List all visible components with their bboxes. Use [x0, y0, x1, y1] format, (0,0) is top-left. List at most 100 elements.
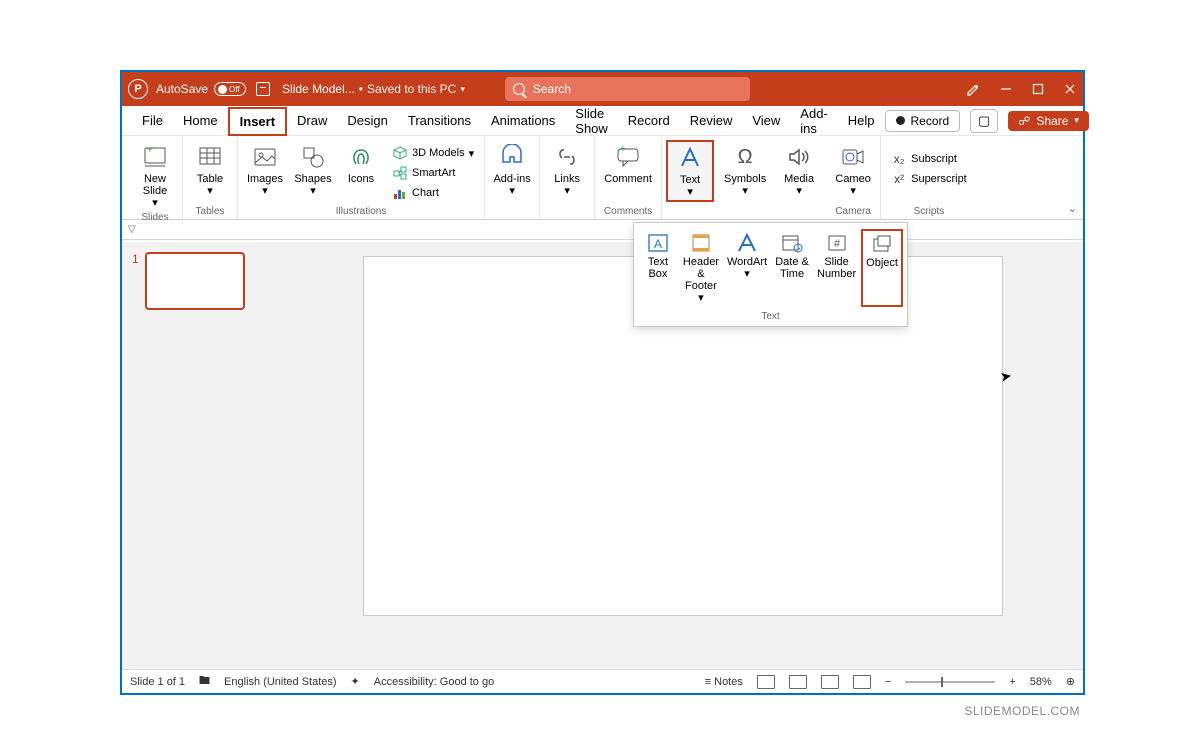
subscript-button[interactable]: x₂ Subscript	[889, 150, 969, 168]
autosave-toggle[interactable]: AutoSave Off	[156, 82, 246, 96]
tab-animations[interactable]: Animations	[481, 106, 565, 135]
symbols-button[interactable]: Ω Symbols▾	[722, 140, 768, 200]
addins-button[interactable]: Add-ins▾	[489, 140, 535, 200]
media-button[interactable]: Media▾	[776, 140, 822, 200]
chart-icon	[392, 185, 408, 201]
table-button[interactable]: Table▾	[187, 140, 233, 200]
record-dot-icon	[896, 116, 905, 125]
tab-transitions[interactable]: Transitions	[398, 106, 481, 135]
tab-addins[interactable]: Add-ins	[790, 106, 837, 135]
present-mode-button[interactable]: ▢	[970, 109, 998, 133]
ribbon-group-addins: Add-ins▾	[485, 136, 540, 219]
ribbon-group-illustrations: Images▾ Shapes▾ Icons 3D Models ▾	[238, 136, 485, 219]
reading-view-button[interactable]	[821, 675, 839, 689]
slide-position[interactable]: Slide 1 of 1	[130, 676, 185, 688]
save-status[interactable]: Saved to this PC	[367, 82, 456, 96]
images-icon	[251, 143, 279, 171]
language-status[interactable]: English (United States)	[224, 676, 337, 688]
superscript-icon: x²	[891, 171, 907, 187]
superscript-button[interactable]: x² Superscript	[889, 170, 969, 188]
tab-insert[interactable]: Insert	[228, 107, 287, 136]
zoom-level[interactable]: 58%	[1030, 676, 1052, 688]
accessibility-status[interactable]: Accessibility: Good to go	[374, 676, 494, 688]
tab-record[interactable]: Record	[618, 106, 680, 135]
close-button[interactable]	[1063, 82, 1077, 96]
slide-thumbnail-1[interactable]	[145, 252, 245, 310]
tab-draw[interactable]: Draw	[287, 106, 337, 135]
workspace: 1	[122, 242, 1083, 669]
tab-slideshow[interactable]: Slide Show	[565, 106, 618, 135]
3d-models-button[interactable]: 3D Models ▾	[390, 144, 476, 162]
ribbon-group-camera: Cameo▾ Camera	[826, 136, 881, 219]
tab-help[interactable]: Help	[838, 106, 885, 135]
quick-access-bar: ▽	[122, 220, 1083, 240]
addins-icon	[498, 143, 526, 171]
tab-design[interactable]: Design	[337, 106, 397, 135]
svg-text:+: +	[147, 145, 153, 156]
fit-to-window-button[interactable]: ⊕	[1066, 675, 1075, 688]
ribbon-group-text: Text▾	[662, 136, 718, 219]
share-button[interactable]: ☍ Share ▾	[1008, 111, 1089, 131]
links-button[interactable]: Links▾	[544, 140, 590, 200]
icons-button[interactable]: Icons	[338, 140, 384, 188]
notes-button[interactable]: ≡ Notes	[705, 676, 743, 688]
shapes-button[interactable]: Shapes▾	[290, 140, 336, 200]
ribbon-group-tables: Table▾ Tables	[183, 136, 238, 219]
svg-text:A: A	[654, 237, 662, 251]
qat-customize-button[interactable]: ▽	[128, 224, 136, 235]
slide-number-button[interactable]: # Slide Number	[814, 229, 859, 307]
tab-file[interactable]: File	[132, 106, 173, 135]
chevron-down-icon: ▾	[1074, 115, 1079, 126]
zoom-in-button[interactable]: +	[1009, 676, 1015, 688]
search-input[interactable]: Search	[505, 77, 750, 101]
file-name[interactable]: Slide Model...	[282, 82, 355, 96]
maximize-button[interactable]	[1031, 82, 1045, 96]
ribbon-group-comments: + Comment Comments	[595, 136, 662, 219]
subscript-icon: x₂	[891, 151, 907, 167]
text-dropdown-button[interactable]: Text▾	[666, 140, 714, 202]
tab-home[interactable]: Home	[173, 106, 228, 135]
smartart-button[interactable]: SmartArt	[390, 164, 476, 182]
tab-review[interactable]: Review	[680, 106, 743, 135]
svg-text:#: #	[834, 238, 841, 250]
autosave-label: AutoSave	[156, 82, 208, 96]
date-time-button[interactable]: Date & Time	[772, 229, 812, 307]
ribbon-tabs: File Home Insert Draw Design Transitions…	[122, 106, 1083, 136]
date-time-icon	[780, 232, 804, 254]
slideshow-view-button[interactable]	[853, 675, 871, 689]
pen-icon[interactable]	[965, 81, 981, 97]
object-button[interactable]: Object	[861, 229, 903, 307]
sorter-view-button[interactable]	[789, 675, 807, 689]
ribbon: + New Slide▾ Slides Table▾ Tables	[122, 136, 1083, 220]
shapes-icon	[299, 143, 327, 171]
zoom-slider[interactable]	[905, 681, 995, 683]
comment-button[interactable]: + Comment	[599, 140, 657, 188]
cube-icon	[392, 145, 408, 161]
slide-number-icon: #	[825, 232, 849, 254]
chevron-down-icon[interactable]: ▾	[460, 84, 465, 95]
text-icon	[676, 144, 704, 172]
zoom-out-button[interactable]: −	[885, 676, 891, 688]
tab-view[interactable]: View	[742, 106, 790, 135]
ribbon-group-slides: + New Slide▾ Slides	[128, 136, 183, 219]
ribbon-collapse-button[interactable]: ⌄	[1068, 202, 1077, 215]
text-box-button[interactable]: A Text Box	[638, 229, 678, 307]
new-slide-button[interactable]: + New Slide▾	[132, 140, 178, 212]
svg-text:+: +	[620, 144, 626, 155]
table-icon	[196, 143, 224, 171]
ribbon-group-scripts: x₂ Subscript x² Superscript Scripts	[881, 136, 977, 219]
accessibility-icon: ✦	[351, 675, 360, 688]
wordart-button[interactable]: WordArt▾	[724, 229, 770, 307]
minimize-button[interactable]	[999, 82, 1013, 96]
save-icon[interactable]	[256, 82, 270, 96]
powerpoint-window: P AutoSave Off Slide Model... • Saved to…	[120, 70, 1085, 695]
language-icon: 🖿	[199, 672, 210, 691]
record-button[interactable]: Record	[885, 110, 961, 132]
icons-icon	[347, 143, 375, 171]
link-icon	[553, 143, 581, 171]
images-button[interactable]: Images▾	[242, 140, 288, 200]
chart-button[interactable]: Chart	[390, 184, 476, 202]
cameo-button[interactable]: Cameo▾	[830, 140, 876, 200]
header-footer-button[interactable]: Header & Footer▾	[680, 229, 722, 307]
normal-view-button[interactable]	[757, 675, 775, 689]
